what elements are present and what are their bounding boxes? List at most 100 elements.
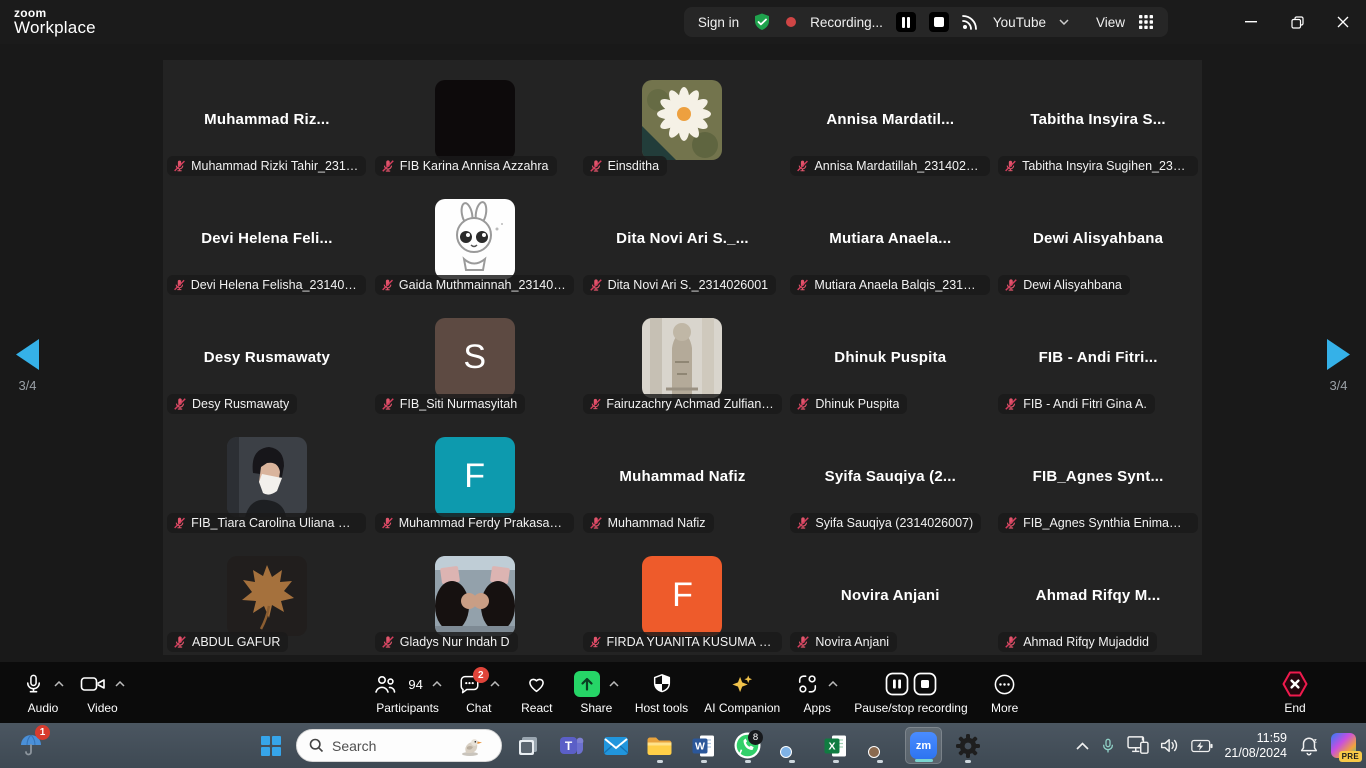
participant-tile[interactable]: Einsditha — [579, 60, 787, 179]
restore-window-button[interactable] — [1274, 0, 1320, 44]
participant-tile[interactable]: Desy RusmawatyDesy Rusmawaty — [163, 298, 371, 417]
tray-microphone-icon[interactable] — [1100, 737, 1116, 755]
windows-taskbar: 1 T — [0, 723, 1366, 768]
tray-volume-icon[interactable] — [1160, 737, 1180, 754]
participant-name-label: FIB_Siti Nurmasyitah — [375, 394, 525, 414]
chat-button[interactable]: 2 Chat — [450, 670, 508, 715]
participant-tile[interactable]: Muhammad NafizMuhammad Nafiz — [579, 417, 787, 536]
participant-display-name: Dhinuk Puspita — [834, 349, 946, 366]
participant-tile[interactable]: Novira AnjaniNovira Anjani — [786, 536, 994, 655]
zoom-app-icon[interactable]: zm — [905, 727, 942, 764]
participant-tile[interactable]: Annisa Mardatil...Annisa Mardatillah_231… — [786, 60, 994, 179]
weather-widget[interactable]: 1 — [14, 728, 48, 762]
participant-tile[interactable]: Gladys Nur Indah D — [371, 536, 579, 655]
participant-tile[interactable]: Tabitha Insyira S...Tabitha Insyira Sugi… — [994, 60, 1202, 179]
chat-unread-badge: 2 — [473, 667, 489, 683]
chrome-icon-2[interactable] — [861, 727, 898, 764]
participant-tile[interactable]: FIB_Tiara Carolina Uliana Situ... — [163, 417, 371, 536]
participant-tile[interactable]: Dewi AlisyahbanaDewi Alisyahbana — [994, 179, 1202, 298]
svg-text:W: W — [695, 740, 705, 752]
audio-button[interactable]: Audio — [14, 670, 72, 715]
participant-tile[interactable]: FIB - Andi Fitri...FIB - Andi Fitri Gina… — [994, 298, 1202, 417]
share-button[interactable]: Share — [566, 670, 627, 715]
taskbar-search[interactable] — [296, 729, 502, 762]
participant-tile[interactable]: Muhammad Riz...Muhammad Rizki Tahir_2314… — [163, 60, 371, 179]
more-button[interactable]: More — [976, 670, 1034, 715]
previous-page-arrow[interactable] — [16, 339, 39, 370]
start-button[interactable] — [252, 727, 289, 764]
copilot-icon[interactable]: PRE — [1331, 733, 1356, 758]
heart-icon — [525, 673, 548, 695]
participant-tile[interactable]: Gaida Muthmainnah_2314026... — [371, 179, 579, 298]
settings-gear-icon[interactable] — [949, 727, 986, 764]
audio-chevron-icon[interactable] — [54, 681, 64, 687]
participants-button[interactable]: 94 Participants — [365, 670, 449, 715]
participant-name-label: Syifa Sauqiya (2314026007) — [790, 513, 981, 533]
youtube-live-label[interactable]: YouTube — [993, 15, 1046, 30]
pause-recording-button[interactable] — [896, 12, 916, 32]
tray-hidden-icons-chevron[interactable] — [1076, 742, 1089, 750]
whatsapp-icon[interactable]: 8 — [729, 727, 766, 764]
mail-icon[interactable] — [597, 727, 634, 764]
tray-battery-icon[interactable] — [1191, 739, 1213, 753]
participant-tile[interactable]: Syifa Sauqiya (2...Syifa Sauqiya (231402… — [786, 417, 994, 536]
apps-button[interactable]: Apps — [788, 670, 846, 715]
participant-tile[interactable]: Ahmad Rifqy M...Ahmad Rifqy Mujaddid — [994, 536, 1202, 655]
security-shield-icon[interactable] — [752, 12, 772, 32]
react-button[interactable]: React — [508, 670, 566, 715]
muted-mic-icon — [173, 635, 187, 649]
participant-name-label: Devi Helena Felisha_23140260... — [167, 275, 366, 295]
participant-display-name: Muhammad Nafiz — [619, 468, 745, 485]
participant-tile[interactable]: Dita Novi Ari S._...Dita Novi Ari S._231… — [579, 179, 787, 298]
task-view-button[interactable] — [509, 727, 546, 764]
participant-tile[interactable]: ABDUL GAFUR — [163, 536, 371, 655]
video-button[interactable]: Video — [72, 670, 133, 715]
participant-tile[interactable]: FIB Karina Annisa Azzahra — [371, 60, 579, 179]
pause-recording-icon[interactable] — [885, 672, 909, 696]
participant-tile[interactable]: FMuhammad Ferdy Prakasa_23... — [371, 417, 579, 536]
close-window-button[interactable] — [1320, 0, 1366, 44]
pause-stop-recording-button[interactable]: Pause/stop recording — [846, 670, 975, 715]
participant-avatar — [435, 80, 515, 160]
muted-mic-icon — [381, 397, 395, 411]
host-tools-button[interactable]: Host tools — [627, 670, 696, 715]
participant-avatar — [227, 556, 307, 636]
teams-icon[interactable]: T — [553, 727, 590, 764]
stop-recording-button[interactable] — [929, 12, 949, 32]
participant-tile[interactable]: SFIB_Siti Nurmasyitah — [371, 298, 579, 417]
view-button[interactable]: View — [1096, 15, 1125, 30]
apps-chevron-icon[interactable] — [828, 681, 838, 687]
participant-tile[interactable]: FIB_Agnes Synt...FIB_Agnes Synthia Enima… — [994, 417, 1202, 536]
end-meeting-button[interactable]: End — [1266, 670, 1324, 715]
participants-chevron-icon[interactable] — [432, 681, 442, 687]
participant-tile[interactable]: Fairuzachry Achmad Zulfian_ S... — [579, 298, 787, 417]
participant-tile[interactable]: Dhinuk PuspitaDhinuk Puspita — [786, 298, 994, 417]
search-input[interactable] — [332, 738, 450, 754]
sign-in-button[interactable]: Sign in — [698, 15, 739, 30]
participant-avatar: F — [642, 556, 722, 636]
share-chevron-icon[interactable] — [609, 681, 619, 687]
tray-cast-display-icon[interactable] — [1127, 736, 1149, 755]
word-icon[interactable]: W — [685, 727, 722, 764]
muted-mic-icon — [589, 278, 603, 292]
chat-chevron-icon[interactable] — [490, 681, 500, 687]
participant-tile[interactable]: Devi Helena Feli...Devi Helena Felisha_2… — [163, 179, 371, 298]
notification-bell-icon[interactable]: z — [1298, 735, 1320, 757]
muted-mic-icon — [796, 635, 810, 649]
chrome-icon[interactable] — [773, 727, 810, 764]
youtube-chevron-down-icon[interactable] — [1059, 19, 1069, 25]
video-chevron-icon[interactable] — [115, 681, 125, 687]
participant-avatar — [642, 80, 722, 160]
svg-text:T: T — [564, 739, 572, 753]
minimize-window-button[interactable] — [1228, 0, 1274, 44]
ai-companion-button[interactable]: AI Companion — [696, 670, 788, 715]
stop-recording-icon[interactable] — [913, 672, 937, 696]
taskbar-clock[interactable]: 11:59 21/08/2024 — [1224, 731, 1287, 761]
excel-icon[interactable]: X — [817, 727, 854, 764]
view-grid-icon[interactable] — [1138, 14, 1154, 30]
participant-tile[interactable]: FFIRDA YUANITA KUSUMA WA... — [579, 536, 787, 655]
participant-tile[interactable]: Mutiara Anaela...Mutiara Anaela Balqis_2… — [786, 179, 994, 298]
next-page-arrow[interactable] — [1327, 339, 1350, 370]
file-explorer-icon[interactable] — [641, 727, 678, 764]
participant-name-label: Gaida Muthmainnah_2314026... — [375, 275, 574, 295]
